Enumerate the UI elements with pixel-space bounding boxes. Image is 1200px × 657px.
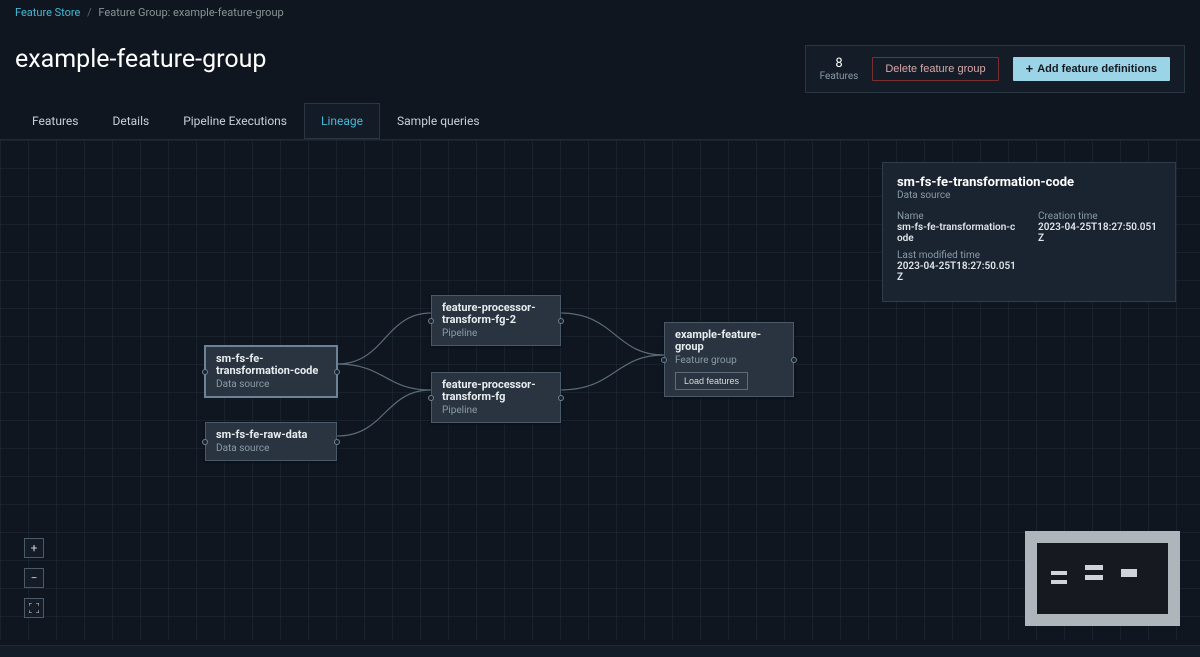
detail-subtitle: Data source xyxy=(897,190,1161,201)
node-title: sm-fs-fe-transformation-code xyxy=(216,353,326,377)
node-output-port[interactable] xyxy=(558,395,564,401)
minimap-node xyxy=(1085,565,1103,570)
breadcrumb-current: Feature Group: example-feature-group xyxy=(98,6,283,19)
header-actions: 8 Features Delete feature group + Add fe… xyxy=(805,45,1185,93)
node-title: example-feature-group xyxy=(675,329,783,353)
breadcrumb-separator: / xyxy=(87,6,92,19)
detail-creation-label: Creation time xyxy=(1038,211,1161,222)
load-features-button[interactable]: Load features xyxy=(675,372,748,390)
minimap-node xyxy=(1051,580,1067,584)
add-button-label: Add feature definitions xyxy=(1037,63,1157,75)
minimap-viewport xyxy=(1037,543,1168,614)
detail-modified-value: 2023-04-25T18:27:50.051Z xyxy=(897,261,1020,283)
minimap-node xyxy=(1085,575,1103,580)
features-stat: 8 Features xyxy=(820,56,859,82)
tabs: Features Details Pipeline Executions Lin… xyxy=(0,103,1200,140)
node-output-port[interactable] xyxy=(334,439,340,445)
node-subtitle: Feature group xyxy=(675,355,783,366)
lineage-canvas[interactable]: sm-fs-fe-transformation-code Data source… xyxy=(0,140,1200,640)
lineage-node-pipeline-fg-2[interactable]: feature-processor-transform-fg-2 Pipelin… xyxy=(431,295,561,346)
node-title: sm-fs-fe-raw-data xyxy=(216,429,326,441)
node-input-port[interactable] xyxy=(202,369,208,375)
bottom-gutter xyxy=(0,645,1200,657)
minimap[interactable] xyxy=(1025,531,1180,626)
node-input-port[interactable] xyxy=(202,439,208,445)
node-title: feature-processor-transform-fg xyxy=(442,379,550,403)
node-input-port[interactable] xyxy=(428,395,434,401)
node-title: feature-processor-transform-fg-2 xyxy=(442,302,550,326)
node-subtitle: Data source xyxy=(216,379,326,390)
lineage-node-pipeline-fg[interactable]: feature-processor-transform-fg Pipeline xyxy=(431,372,561,423)
node-subtitle: Pipeline xyxy=(442,328,550,339)
page-title: example-feature-group xyxy=(15,45,266,74)
node-input-port[interactable] xyxy=(661,357,667,363)
zoom-out-button[interactable]: − xyxy=(24,568,44,588)
lineage-node-feature-group[interactable]: example-feature-group Feature group Load… xyxy=(664,322,794,397)
lineage-node-raw-data[interactable]: sm-fs-fe-raw-data Data source xyxy=(205,422,337,461)
breadcrumb: Feature Store / Feature Group: example-f… xyxy=(0,0,1200,25)
delete-feature-group-button[interactable]: Delete feature group xyxy=(872,57,998,81)
lineage-node-transformation-code[interactable]: sm-fs-fe-transformation-code Data source xyxy=(205,346,337,397)
node-output-port[interactable] xyxy=(558,318,564,324)
detail-name-label: Name xyxy=(897,211,1020,222)
tab-sample-queries[interactable]: Sample queries xyxy=(380,103,497,139)
node-output-port[interactable] xyxy=(334,369,340,375)
node-subtitle: Data source xyxy=(216,443,326,454)
zoom-controls: + − xyxy=(24,538,44,618)
tab-features[interactable]: Features xyxy=(15,103,95,139)
breadcrumb-root[interactable]: Feature Store xyxy=(15,6,80,19)
zoom-in-button[interactable]: + xyxy=(24,538,44,558)
detail-name-value: sm-fs-fe-transformation-code xyxy=(897,222,1020,244)
node-input-port[interactable] xyxy=(428,318,434,324)
features-label: Features xyxy=(820,71,859,82)
page-header: example-feature-group 8 Features Delete … xyxy=(0,25,1200,103)
tab-pipeline-executions[interactable]: Pipeline Executions xyxy=(166,103,304,139)
node-output-port[interactable] xyxy=(791,357,797,363)
fullscreen-icon xyxy=(29,603,39,613)
features-count: 8 xyxy=(820,56,859,71)
add-feature-definitions-button[interactable]: + Add feature definitions xyxy=(1013,57,1170,81)
node-subtitle: Pipeline xyxy=(442,405,550,416)
tab-lineage[interactable]: Lineage xyxy=(304,103,380,139)
tab-details[interactable]: Details xyxy=(95,103,166,139)
detail-modified-label: Last modified time xyxy=(897,250,1020,261)
minimap-node xyxy=(1121,569,1137,577)
fit-screen-button[interactable] xyxy=(24,598,44,618)
minimap-node xyxy=(1051,571,1067,575)
node-detail-panel: sm-fs-fe-transformation-code Data source… xyxy=(882,162,1176,302)
detail-creation-value: 2023-04-25T18:27:50.051Z xyxy=(1038,222,1161,244)
detail-title: sm-fs-fe-transformation-code xyxy=(897,175,1161,190)
